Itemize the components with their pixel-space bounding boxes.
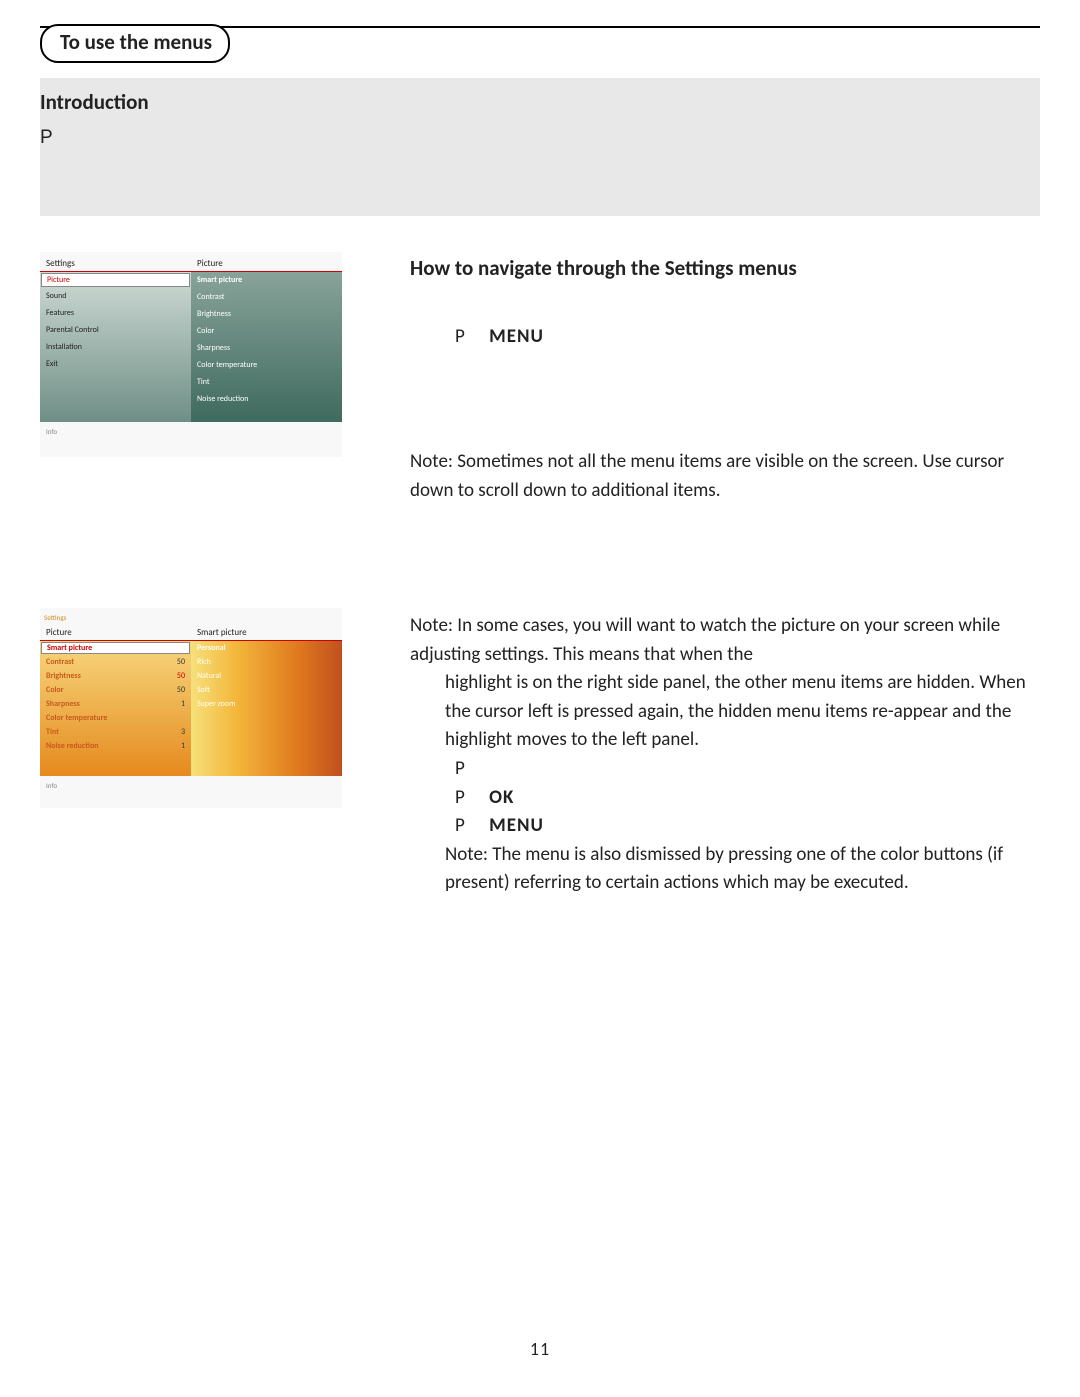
- ss2-left-item: Tint 3: [40, 725, 191, 739]
- press-keyword: MENU: [489, 812, 544, 841]
- ss2-left-item: Sharpness 1: [40, 697, 191, 711]
- ss1-left-item: Parental Control: [40, 322, 191, 339]
- ss1-right-item: Smart picture: [191, 272, 342, 289]
- ss2-info: Info: [40, 776, 342, 789]
- ss1-left-panel: Picture Sound Features Parental Control …: [40, 272, 191, 422]
- ss2-val: 1: [181, 742, 185, 750]
- ss1-right-item: Color temperature: [191, 357, 342, 374]
- note-text: highlight is on the right side panel, th…: [445, 669, 1030, 755]
- ss2-right-item: Natural: [191, 669, 342, 683]
- section-title-pill: To use the menus: [40, 24, 230, 63]
- page-number: 11: [0, 1337, 1080, 1362]
- press-glyph: P: [455, 757, 465, 780]
- ss1-right-panel: Smart picture Contrast Brightness Color …: [191, 272, 342, 422]
- ss2-lbl: Noise reduction: [46, 742, 99, 750]
- ss2-val: 50: [177, 686, 185, 694]
- ss1-left-item: Installation: [40, 339, 191, 356]
- ss2-left-item: Color 50: [40, 683, 191, 697]
- ss1-right-item: Contrast: [191, 289, 342, 306]
- note-text: Note: Sometimes not all the menu items a…: [410, 448, 1030, 505]
- ss1-hdr-left: Settings: [40, 252, 191, 271]
- ss2-lbl: Sharpness: [46, 700, 80, 708]
- step-glyph: P: [455, 325, 465, 348]
- ss2-val: 1: [181, 700, 185, 708]
- ss2-left-panel: Smart picture Contrast 50 Brightness 50 Co…: [40, 641, 191, 776]
- ss2-left-item: Contrast 50: [40, 655, 191, 669]
- ss2-lbl: Contrast: [46, 658, 74, 666]
- nav-heading: How to navigate through the Settings men…: [410, 254, 1030, 283]
- press-keyword: OK: [489, 784, 514, 813]
- ss2-val: 50: [177, 658, 185, 666]
- ss1-left-item: Picture: [41, 273, 190, 287]
- press-glyph: P: [455, 814, 465, 837]
- ss2-hdr-left: Picture: [40, 623, 191, 640]
- ss2-lbl: Smart picture: [47, 644, 92, 652]
- settings-menu-screenshot: Settings Picture Picture Sound Features …: [40, 252, 342, 457]
- ss2-right-item: Soft: [191, 683, 342, 697]
- ss1-right-item: Noise reduction: [191, 391, 342, 408]
- step-keyword: MENU: [489, 323, 544, 352]
- press-block: P P OK P MENU Note: The menu is also dis…: [410, 755, 1030, 898]
- ss1-hdr-right: Picture: [191, 252, 342, 271]
- note-2: Note: In some cases, you will want to wa…: [410, 612, 1030, 755]
- ss2-val: 50: [177, 672, 185, 680]
- ss1-info: Info: [40, 422, 342, 435]
- picture-menu-screenshot: Settings Picture Smart picture Smart pic…: [40, 608, 342, 808]
- nav-heading-block: How to navigate through the Settings men…: [410, 254, 1030, 352]
- note-1: Note: Sometimes not all the menu items a…: [410, 448, 1030, 505]
- ss1-left-item: Exit: [40, 356, 191, 373]
- ss2-lbl: Color: [46, 686, 64, 694]
- introduction-box: Introduction P: [40, 78, 1040, 216]
- ss2-right-panel: Personal Rich Natural Soft Super zoom: [191, 641, 342, 776]
- ss2-lbl: Color temperature: [46, 714, 107, 722]
- ss1-right-item: Brightness: [191, 306, 342, 323]
- ss1-right-item: Color: [191, 323, 342, 340]
- ss1-right-item: Sharpness: [191, 340, 342, 357]
- press-row: P: [410, 755, 1030, 784]
- ss2-right-item: Super zoom: [191, 697, 342, 711]
- intro-glyph: P: [40, 125, 1040, 152]
- ss2-left-item: Color temperature: [40, 711, 191, 725]
- ss2-lbl: Tint: [46, 728, 59, 736]
- ss2-right-item: Rich: [191, 655, 342, 669]
- ss2-hdr-right: Smart picture: [191, 623, 342, 640]
- step-menu: P MENU: [410, 323, 1030, 352]
- press-row: P OK: [410, 784, 1030, 813]
- note-text: Note: The menu is also dismissed by pres…: [445, 841, 1030, 898]
- ss2-left-item: Brightness 50: [40, 669, 191, 683]
- press-glyph: P: [455, 786, 465, 809]
- press-row: P MENU: [410, 812, 1030, 841]
- ss2-val: 3: [181, 728, 185, 736]
- ss2-left-item: Smart picture: [41, 642, 190, 654]
- ss1-left-item: Features: [40, 305, 191, 322]
- ss1-right-item: Tint: [191, 374, 342, 391]
- ss1-left-item: Sound: [40, 288, 191, 305]
- ss2-right-item: Personal: [191, 641, 342, 655]
- ss2-back-label: Settings: [40, 608, 342, 623]
- ss2-lbl: Brightness: [46, 672, 81, 680]
- note-text: Note: In some cases, you will want to wa…: [410, 612, 1030, 669]
- ss2-left-item: Noise reduction 1: [40, 739, 191, 753]
- introduction-heading: Introduction: [40, 88, 1040, 117]
